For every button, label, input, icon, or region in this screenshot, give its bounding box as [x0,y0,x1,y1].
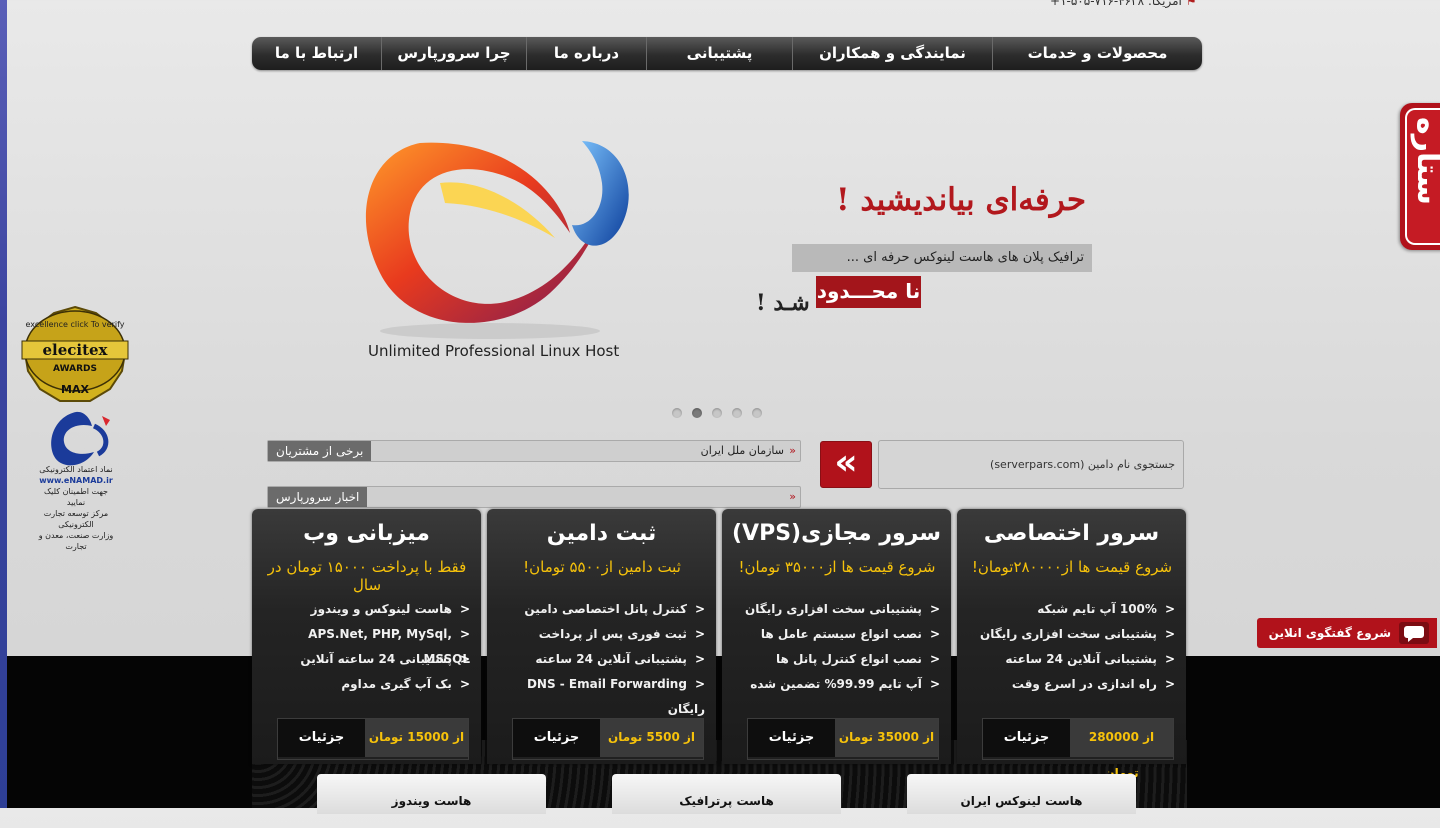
card-subtitle: شروع قیمت ها از۲۸۰۰۰۰تومان! [971,558,1173,576]
tab-windows-host[interactable]: هاست ویندوز [317,774,546,814]
double-chevron-left-icon: « [834,442,858,483]
nav-item-agents[interactable]: نمایندگی و همکاران [792,37,992,70]
price-label[interactable]: از 280000 تومان [1070,719,1173,780]
feature-item: راه اندازی در اسرع وقت [965,672,1175,697]
nav-item-support[interactable]: پشتیبانی [646,37,792,70]
elecitex-awards: AWARDS [53,364,97,374]
feature-item: بک آپ گیری مداوم [260,672,470,697]
product-card-hosting: میزبانی وب فقط با پرداخت ۱۵۰۰۰ تومان در … [252,509,481,764]
chat-label: شروع گفتگوی انلاین [1268,626,1391,640]
flag-icon: ⚑ [1185,0,1197,8]
feature-item: ثبت فوری پس از پرداخت [495,622,705,647]
feature-item: پشتیبانی سخت افزاری رایگان [730,597,940,622]
hero-caption: Unlimited Professional Linux Host [368,342,620,360]
feature-item: DNS - Email Forwarding رایگان [495,672,705,716]
nav-item-contact[interactable]: ارتباط با ما [252,37,381,70]
feature-list: 100% آپ تایم شبکه پشتیبانی سخت افزاری را… [965,597,1175,697]
ticker-arrow-icon: » [789,490,796,503]
feature-list: کنترل پانل اختصاصی دامین ثبت فوری پس از … [495,597,705,716]
hero-suffix: شـد ! [756,290,810,316]
news-tab[interactable]: اخبار سرورپارس [268,487,368,507]
ticker-arrow-icon: » [789,444,796,457]
product-card-dedicated: سرور اختصاصی شروع قیمت ها از۲۸۰۰۰۰تومان!… [957,509,1186,780]
chat-button[interactable]: شروع گفتگوی انلاین [1257,618,1437,648]
elecitex-award-badge[interactable]: excellence click To verify elecitex AWAR… [14,305,136,405]
feature-item: پشتیبانی آنلاین 24 ساعته [495,647,705,672]
top-phone: ⚑آمریکا: ۴۶۲۸-۷۱۶-۵۰۵-۱+ [1050,0,1197,8]
hero-highlight: نا محـــدود [816,276,921,308]
card-action: جزئیات از 5500 تومان [512,718,704,760]
card-action: جزئیات از 15000 تومان [277,718,469,760]
elecitex-top-text: excellence click To verify [26,320,125,329]
card-title: سرور اختصاصی [983,521,1160,546]
hero-logo-icon [365,141,629,339]
left-edge-strip [0,0,7,808]
feature-item: 100% آپ تایم شبکه [965,597,1175,622]
domain-search-button[interactable]: « [820,441,872,488]
feature-item: نصب انواع کنترل پانل ها [730,647,940,672]
nav-item-products[interactable]: محصولات و خدمات [992,37,1202,70]
feature-item: پشتیبانی سخت افزاری رایگان [965,622,1175,647]
feature-item: آپ تایم 99.99% تضمین شده [730,672,940,697]
customers-bar: برخی از مشتریان سازمان ملل ایران » [267,440,801,462]
nav-item-about[interactable]: درباره ما [526,37,646,70]
card-title: میزبانی وب [303,521,430,546]
price-label[interactable]: از 5500 تومان [600,719,703,757]
enamad-text: نماد اعتماد الکترونیکی www.eNAMAD.ir جهت… [38,465,114,551]
card-title: سرور مجازی(VPS) [731,521,941,546]
product-card-vps: سرور مجازی(VPS) شروع قیمت ها از۳۵۰۰۰ توم… [722,509,951,764]
card-action: جزئیات از 35000 تومان [747,718,939,760]
nav-item-why[interactable]: چرا سرورپارس [381,37,526,70]
side-tab-label: ستاره [1410,117,1440,205]
feature-item: پشتیبانی آنلاین 24 ساعته [965,647,1175,672]
chat-icon [1399,622,1429,644]
feature-item: کنترل پانل اختصاصی دامین [495,597,705,622]
price-label[interactable]: از 35000 تومان [835,719,938,757]
feature-list: هاست لینوکس و ویندوز APS.Net, PHP, MySql… [260,597,470,697]
domain-search-input[interactable]: جستجوی نام دامین (serverpars.com) [878,440,1184,489]
feature-item: پشتیبانی 24 ساعته آنلاین [260,647,470,672]
price-label[interactable]: از 15000 تومان [365,719,468,757]
slider-dot[interactable] [752,408,762,418]
details-button[interactable]: جزئیات [513,719,600,757]
details-button[interactable]: جزئیات [748,719,835,757]
elecitex-max: MAX [61,383,89,396]
card-action: جزئیات از 280000 تومان [982,718,1174,780]
hero-title: حرفه‌ای بیاندیشید ! [835,182,1086,218]
customers-tab[interactable]: برخی از مشتریان [268,441,372,461]
feature-item: هاست لینوکس و ویندوز [260,597,470,622]
slider-dot[interactable] [732,408,742,418]
news-bar: اخبار سرورپارس » [267,486,801,508]
phone-text: آمریکا: ۴۶۲۸-۷۱۶-۵۰۵-۱+ [1050,0,1182,8]
card-subtitle: ثبت دامین از۵۵۰۰ تومان! [523,558,681,576]
feature-item: APS.Net, PHP, MySql, MSSQL [260,622,470,666]
customers-ticker[interactable]: سازمان ملل ایران [701,441,784,461]
slider-dot[interactable] [672,408,682,418]
details-button[interactable]: جزئیات [278,719,365,757]
tab-high-traffic[interactable]: هاست پرترافیک [612,774,841,814]
side-tab[interactable]: ستاره [1400,103,1440,250]
card-subtitle: فقط با پرداخت ۱۵۰۰۰ تومان در سال [267,558,467,594]
slider-dot[interactable] [712,408,722,418]
slider-dot-active[interactable] [692,408,702,418]
hero-subtitle: ترافیک پلان های هاست لینوکس حرفه ای ... [792,244,1092,272]
card-title: ثبت دامین [546,521,657,546]
main-nav: محصولات و خدمات نمایندگی و همکاران پشتیب… [252,37,1202,70]
elecitex-name: elecitex [42,341,108,359]
feature-item: نصب انواع سیستم عامل ها [730,622,940,647]
feature-list: پشتیبانی سخت افزاری رایگان نصب انواع سیس… [730,597,940,697]
product-card-domain: ثبت دامین ثبت دامین از۵۵۰۰ تومان! کنترل … [487,509,716,764]
details-button[interactable]: جزئیات [983,719,1070,757]
slider-dots [672,408,762,418]
card-subtitle: شروع قیمت ها از۳۵۰۰۰ تومان! [738,558,936,576]
tab-linux-iran[interactable]: هاست لینوکس ایران [907,774,1136,814]
